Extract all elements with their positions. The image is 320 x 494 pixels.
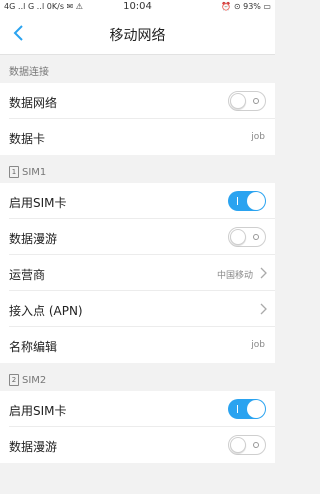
- section-header-sim1-label: 1 SIM1: [9, 166, 46, 178]
- status-bar: 4G ‥l G ‥l 0K/s ✉ ⚠ 10:04 ⏰ ⊙ 93% ▭: [0, 0, 275, 14]
- toggle-knob: [230, 437, 246, 453]
- page-title: 移动网络: [109, 28, 166, 44]
- sim1-carrier-value: 中国移动: [216, 271, 253, 281]
- chevron-right-icon: [260, 303, 267, 315]
- toggle-knob: [230, 229, 246, 245]
- sim2-enable-label: 启用SIM卡: [9, 404, 67, 418]
- toggle-off-mark-icon: [253, 234, 259, 240]
- sim2-icon: 2: [9, 374, 19, 386]
- row-sim1-enable: 启用SIM卡: [0, 183, 275, 219]
- sim1-enable-label: 启用SIM卡: [9, 196, 67, 210]
- row-sim2-enable: 启用SIM卡: [0, 391, 275, 427]
- row-sim1-roaming: 数据漫游: [0, 219, 275, 255]
- data-network-toggle[interactable]: [228, 91, 266, 111]
- data-card-label: 数据卡: [9, 132, 46, 146]
- sim1-header-text: SIM1: [22, 166, 47, 178]
- section-header-sim2-label: 2 SIM2: [9, 374, 46, 386]
- nav-bar: 移动网络: [0, 14, 275, 55]
- section-header-sim1: 1 SIM1: [0, 155, 275, 183]
- sim1-carrier-label: 运营商: [9, 268, 46, 282]
- row-sim1-name[interactable]: 名称编辑 job: [0, 327, 275, 363]
- sim1-roaming-label: 数据漫游: [9, 232, 58, 246]
- section-header-data: 数据连接: [0, 55, 275, 83]
- sim1-apn-label: 接入点 (APN): [9, 304, 83, 318]
- status-bar-battery: ⏰ ⊙ 93% ▭: [221, 2, 271, 11]
- sim1-icon: 1: [9, 166, 19, 178]
- sim1-roaming-toggle[interactable]: [228, 227, 266, 247]
- sim2-header-text: SIM2: [22, 374, 47, 386]
- section-header-data-label: 数据连接: [9, 67, 49, 78]
- toggle-off-mark-icon: [253, 98, 259, 104]
- row-sim1-apn[interactable]: 接入点 (APN): [0, 291, 275, 327]
- toggle-knob: [230, 93, 246, 109]
- data-card-value: job: [251, 132, 265, 142]
- row-sim1-carrier[interactable]: 运营商 中国移动: [0, 255, 275, 291]
- sim2-roaming-toggle[interactable]: [228, 435, 266, 455]
- toggle-off-mark-icon: [253, 442, 259, 448]
- sim1-name-label: 名称编辑: [9, 340, 58, 354]
- toggle-on-mark-icon: [237, 197, 238, 205]
- section-header-sim2: 2 SIM2: [0, 363, 275, 391]
- toggle-knob: [247, 400, 265, 418]
- sim2-roaming-label: 数据漫游: [9, 440, 58, 454]
- toggle-knob: [247, 192, 265, 210]
- chevron-right-icon: [260, 267, 267, 279]
- sim1-name-value: job: [251, 340, 265, 350]
- row-data-card[interactable]: 数据卡 job: [0, 119, 275, 155]
- row-sim2-roaming: 数据漫游: [0, 427, 275, 463]
- data-network-label: 数据网络: [9, 96, 58, 110]
- sim2-enable-toggle[interactable]: [228, 399, 266, 419]
- sim1-enable-toggle[interactable]: [228, 191, 266, 211]
- toggle-on-mark-icon: [237, 405, 238, 413]
- row-data-network: 数据网络: [0, 83, 275, 119]
